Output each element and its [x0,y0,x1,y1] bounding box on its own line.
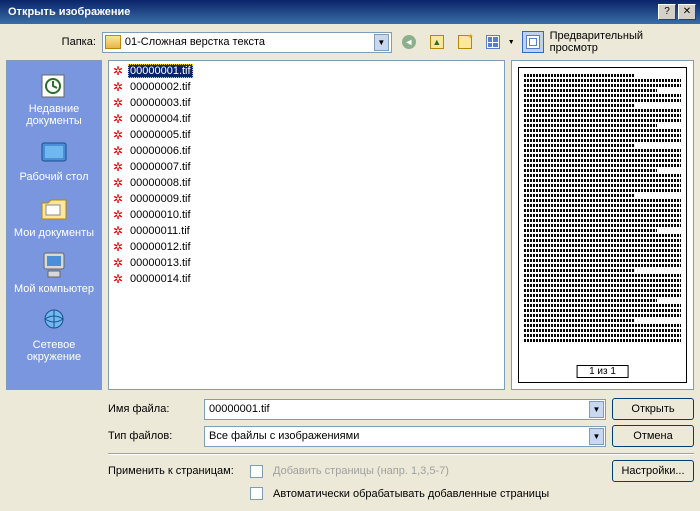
file-item[interactable]: ✲00000014.tif [111,271,502,287]
tif-file-icon: ✲ [111,144,125,158]
up-button[interactable]: ▲ [426,31,448,53]
file-name: 00000010.tif [128,209,193,221]
tif-file-icon: ✲ [111,272,125,286]
close-button[interactable]: ✕ [678,4,696,20]
separator [108,453,694,454]
desktop-icon [38,137,70,169]
tif-file-icon: ✲ [111,128,125,142]
view-button[interactable] [482,31,504,53]
place-desktop[interactable]: Рабочий стол [12,135,96,189]
chevron-down-icon[interactable]: ▼ [374,34,389,51]
tif-file-icon: ✲ [111,112,125,126]
filename-input[interactable]: 00000001.tif ▼ [204,399,606,420]
file-name: 00000007.tif [128,161,193,173]
help-button[interactable]: ? [658,4,676,20]
view-dropdown-icon[interactable]: ▼ [508,39,516,46]
window-title: Открыть изображение [4,6,656,18]
back-button[interactable]: ◄ [398,31,420,53]
file-name: 00000006.tif [128,145,193,157]
place-network[interactable]: Сетевое окружение [12,303,96,369]
file-name: 00000004.tif [128,113,193,125]
titlebar: Открыть изображение ? ✕ [0,0,700,24]
filetype-label: Тип файлов: [108,430,198,442]
recent-icon [38,69,70,101]
file-name: 00000014.tif [128,273,193,285]
tif-file-icon: ✲ [111,64,125,78]
preview-pane: 1 из 1 [511,60,694,390]
document-thumbnail [524,74,681,342]
file-name: 00000003.tif [128,97,193,109]
preview-toggle[interactable] [522,31,544,53]
file-item[interactable]: ✲00000005.tif [111,127,502,143]
chevron-down-icon[interactable]: ▼ [589,401,604,418]
tif-file-icon: ✲ [111,176,125,190]
preview-toggle-label[interactable]: Предварительный просмотр [550,30,694,54]
open-button[interactable]: Открыть [612,398,694,420]
network-icon [38,305,70,337]
file-item[interactable]: ✲00000007.tif [111,159,502,175]
file-name: 00000008.tif [128,177,193,189]
add-pages-checkbox[interactable] [250,465,263,478]
file-item[interactable]: ✲00000006.tif [111,143,502,159]
pager-label: 1 из 1 [576,365,629,378]
folder-label: Папка: [52,36,96,48]
tif-file-icon: ✲ [111,96,125,110]
new-folder-button[interactable] [454,31,476,53]
file-name: 00000013.tif [128,257,193,269]
preview-page: 1 из 1 [518,67,687,383]
tif-file-icon: ✲ [111,256,125,270]
filename-label: Имя файла: [108,403,198,415]
chevron-down-icon[interactable]: ▼ [589,428,604,445]
mycomputer-icon [38,249,70,281]
file-item[interactable]: ✲00000012.tif [111,239,502,255]
tif-file-icon: ✲ [111,80,125,94]
file-item[interactable]: ✲00000009.tif [111,191,502,207]
tif-file-icon: ✲ [111,224,125,238]
file-name: 00000011.tif [128,225,192,237]
file-name: 00000005.tif [128,129,193,141]
places-bar: Недавние документы Рабочий стол Мои доку… [6,60,102,390]
file-name: 00000002.tif [128,81,193,93]
place-mydocs[interactable]: Мои документы [12,191,96,245]
add-pages-label: Добавить страницы (напр. 1,3,5-7) [273,465,606,477]
settings-button[interactable]: Настройки... [612,460,694,482]
file-list[interactable]: ✲00000001.tif✲00000002.tif✲00000003.tif✲… [108,60,505,390]
tif-file-icon: ✲ [111,240,125,254]
file-item[interactable]: ✲00000004.tif [111,111,502,127]
auto-process-checkbox[interactable] [250,487,263,500]
file-item[interactable]: ✲00000001.tif [111,63,502,79]
folder-icon [105,35,121,49]
file-item[interactable]: ✲00000008.tif [111,175,502,191]
folder-select[interactable]: 01-Сложная верстка текста ▼ [102,32,392,53]
file-item[interactable]: ✲00000002.tif [111,79,502,95]
file-item[interactable]: ✲00000011.tif [111,223,502,239]
filetype-select[interactable]: Все файлы с изображениями ▼ [204,426,606,447]
tif-file-icon: ✲ [111,208,125,222]
file-name: 00000001.tif [128,64,193,78]
mydocs-icon [38,193,70,225]
file-name: 00000009.tif [128,193,193,205]
file-name: 00000012.tif [128,241,193,253]
cancel-button[interactable]: Отмена [612,425,694,447]
tif-file-icon: ✲ [111,160,125,174]
place-recent[interactable]: Недавние документы [12,67,96,133]
apply-pages-label: Применить к страницам: [108,465,244,477]
file-item[interactable]: ✲00000010.tif [111,207,502,223]
auto-process-label: Автоматически обрабатывать добавленные с… [273,488,549,500]
file-item[interactable]: ✲00000003.tif [111,95,502,111]
file-item[interactable]: ✲00000013.tif [111,255,502,271]
tif-file-icon: ✲ [111,192,125,206]
place-mycomputer[interactable]: Мой компьютер [12,247,96,301]
